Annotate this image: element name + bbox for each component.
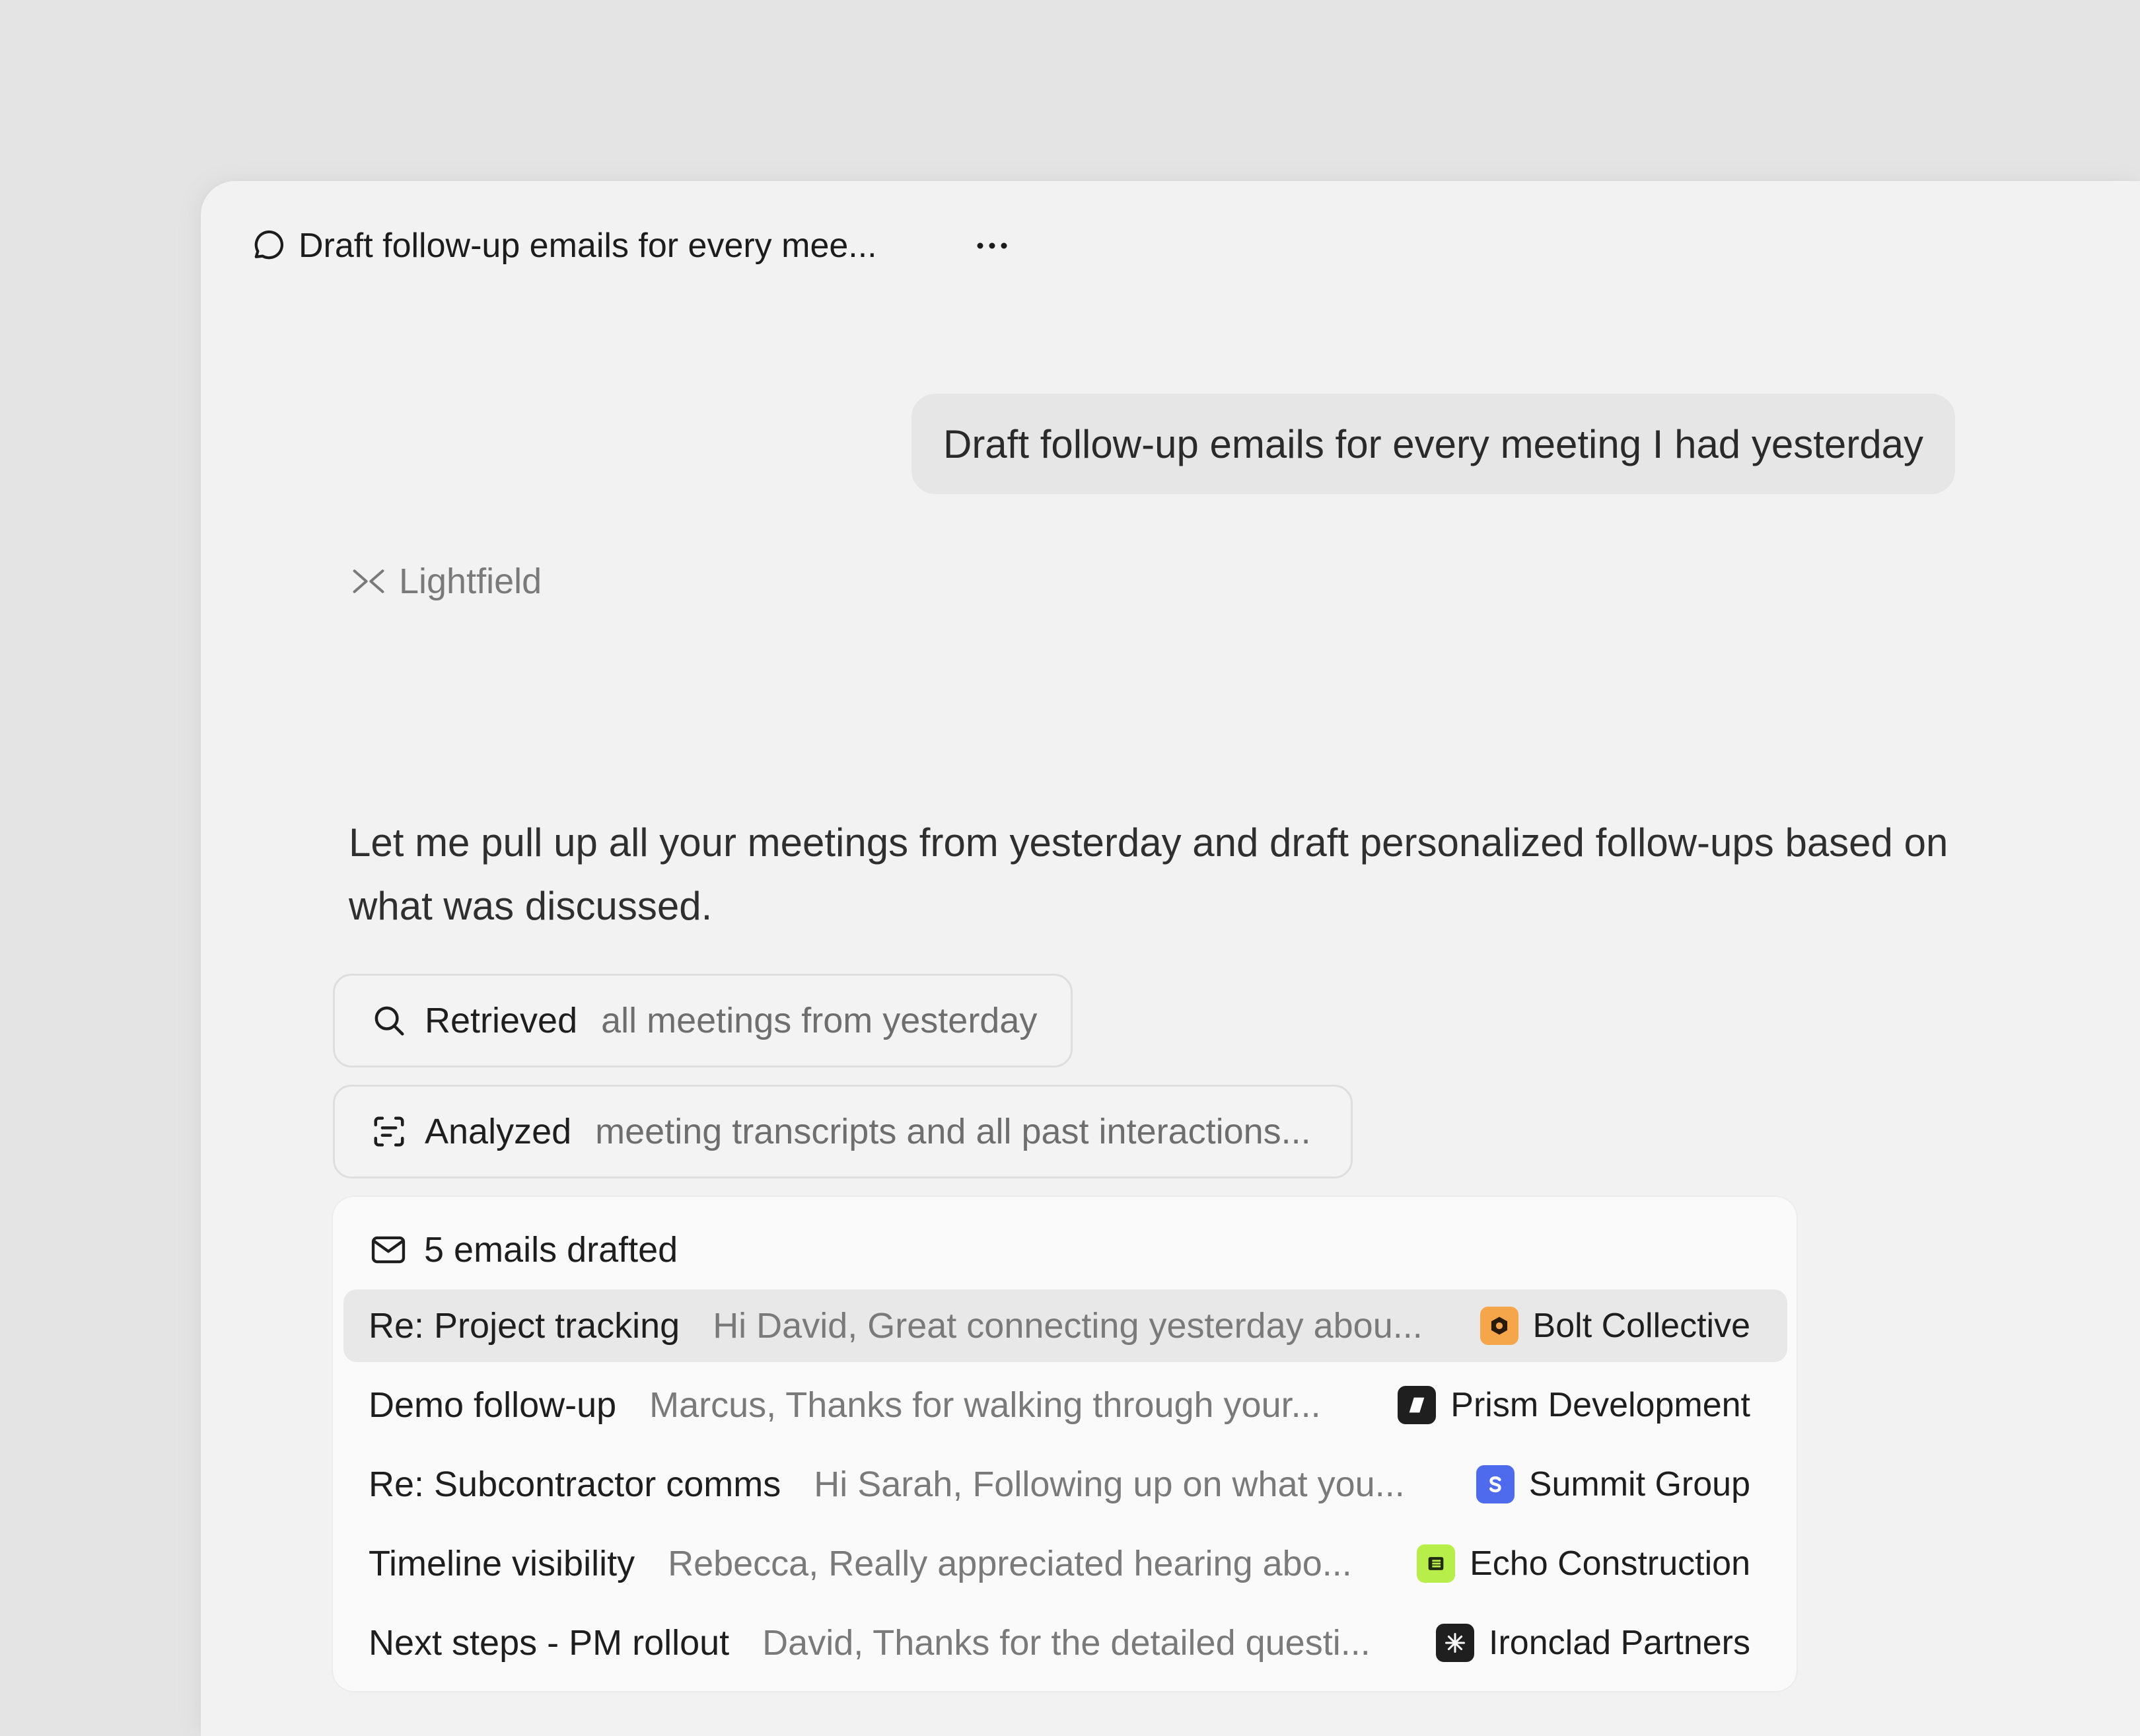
- mail-icon: [369, 1230, 408, 1270]
- email-row[interactable]: Re: Project tracking Hi David, Great con…: [343, 1289, 1787, 1362]
- assistant-name: Lightfield: [399, 561, 542, 601]
- email-subject: Demo follow-up: [369, 1385, 617, 1425]
- drafted-emails-card: 5 emails drafted Re: Project tracking Hi…: [333, 1197, 1797, 1691]
- email-subject: Timeline visibility: [369, 1544, 635, 1583]
- company-tag: Summit Group: [1476, 1465, 1750, 1504]
- emails-count: 5 emails drafted: [424, 1230, 678, 1270]
- title-bar: Draft follow-up emails for every mee...: [248, 219, 1012, 272]
- company-name: Ironclad Partners: [1489, 1624, 1750, 1662]
- email-subject: Next steps - PM rollout: [369, 1623, 730, 1663]
- email-row[interactable]: Next steps - PM rollout David, Thanks fo…: [343, 1607, 1787, 1679]
- conversation-title: Draft follow-up emails for every mee...: [299, 227, 877, 265]
- step-detail: all meetings from yesterday: [601, 1001, 1038, 1040]
- email-preview: Marcus, Thanks for walking through your.…: [649, 1385, 1321, 1425]
- lightfield-logo-icon: [350, 563, 387, 600]
- step-analyzed[interactable]: Analyzed meeting transcripts and all pas…: [333, 1085, 1353, 1178]
- search-icon: [371, 1002, 408, 1039]
- company-name: Summit Group: [1528, 1465, 1750, 1503]
- more-horizontal-icon[interactable]: [972, 226, 1012, 266]
- emails-header: 5 emails drafted: [369, 1226, 678, 1274]
- company-name: Bolt Collective: [1532, 1307, 1750, 1345]
- app-window: Draft follow-up emails for every mee... …: [201, 181, 2140, 1736]
- parallelogram-logo-icon: [1398, 1386, 1437, 1424]
- email-preview: Hi David, Great connecting yesterday abo…: [713, 1306, 1423, 1346]
- company-tag: Ironclad Partners: [1436, 1623, 1750, 1663]
- company-tag: Prism Development: [1398, 1385, 1750, 1425]
- step-retrieved[interactable]: Retrieved all meetings from yesterday: [333, 974, 1073, 1067]
- step-detail: meeting transcripts and all past interac…: [595, 1112, 1311, 1151]
- step-verb: Analyzed: [425, 1112, 572, 1151]
- scan-text-icon: [371, 1113, 408, 1150]
- user-message-bubble: Draft follow-up emails for every meeting…: [911, 394, 1955, 494]
- company-tag: Echo Construction: [1417, 1544, 1750, 1583]
- email-subject: Re: Project tracking: [369, 1306, 680, 1346]
- email-preview: David, Thanks for the detailed questi...: [762, 1623, 1371, 1663]
- hexagon-logo-icon: [1480, 1307, 1518, 1345]
- email-row[interactable]: Timeline visibility Rebecca, Really appr…: [343, 1527, 1787, 1600]
- step-verb: Retrieved: [425, 1001, 578, 1040]
- email-row[interactable]: Re: Subcontractor comms Hi Sarah, Follow…: [343, 1448, 1787, 1521]
- asterisk-logo-icon: [1436, 1624, 1475, 1662]
- email-subject: Re: Subcontractor comms: [369, 1465, 781, 1504]
- email-preview: Rebecca, Really appreciated hearing abo.…: [668, 1544, 1352, 1583]
- company-name: Echo Construction: [1470, 1544, 1750, 1583]
- assistant-message: Let me pull up all your meetings from ye…: [349, 820, 1948, 928]
- company-tag: Bolt Collective: [1480, 1306, 1750, 1346]
- email-row[interactable]: Demo follow-up Marcus, Thanks for walkin…: [343, 1369, 1787, 1441]
- assistant-header: Lightfield: [350, 555, 542, 608]
- bars-logo-icon: [1417, 1544, 1456, 1583]
- chat-bubble-icon: [248, 226, 288, 266]
- letter-s-logo-icon: [1476, 1465, 1515, 1503]
- email-preview: Hi Sarah, Following up on what you...: [814, 1465, 1405, 1504]
- company-name: Prism Development: [1450, 1386, 1750, 1424]
